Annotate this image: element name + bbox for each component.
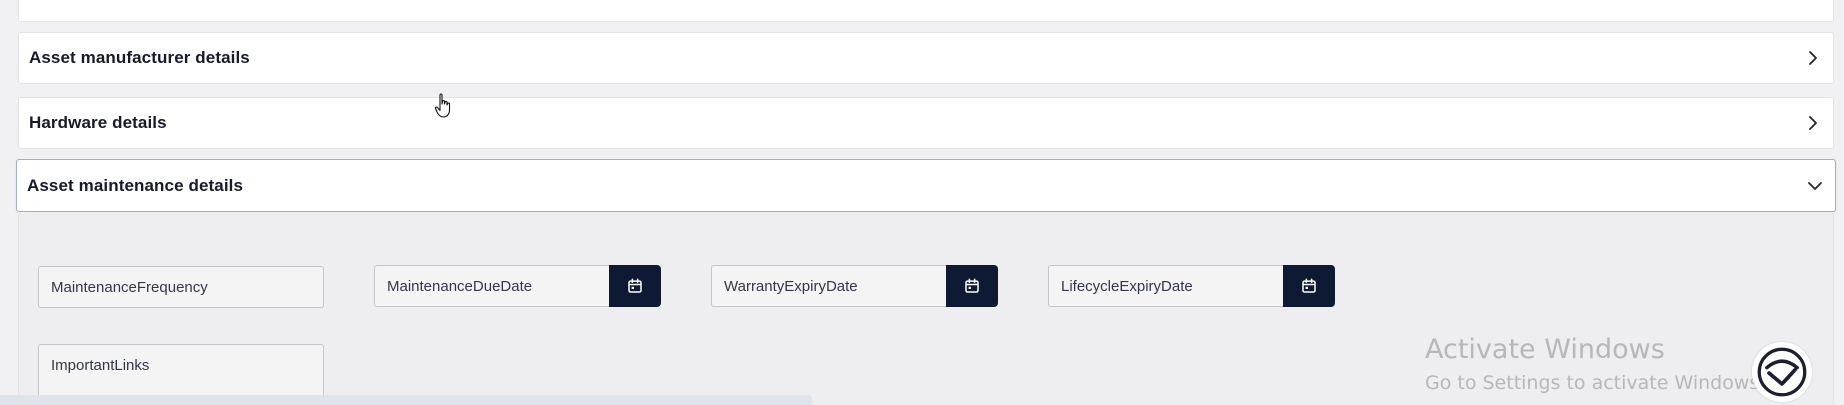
field-placeholder: MaintenanceFrequency — [51, 278, 208, 296]
chevron-right-icon[interactable] — [1803, 48, 1823, 68]
section-title: Asset manufacturer details — [29, 48, 250, 67]
watermark-subtitle: Go to Settings to activate Windows. — [1425, 372, 1766, 394]
channel-logo-icon — [1752, 342, 1812, 402]
section-header-hardware[interactable]: Hardware details — [18, 97, 1834, 149]
field-placeholder: MaintenanceDueDate — [387, 277, 533, 295]
important-links-input[interactable]: ImportantLinks — [38, 344, 324, 400]
chevron-right-icon[interactable] — [1803, 113, 1823, 133]
maintenance-frequency-input[interactable]: MaintenanceFrequency — [38, 266, 324, 308]
warranty-expiry-date-calendar-button[interactable] — [946, 265, 998, 307]
calendar-icon — [965, 278, 979, 293]
browser-status-bar — [0, 395, 812, 405]
warranty-expiry-date-input[interactable]: WarrantyExpiryDate — [711, 265, 946, 307]
calendar-icon — [628, 278, 642, 293]
section-title: Hardware details — [29, 113, 167, 132]
warranty-expiry-date-picker: WarrantyExpiryDate — [711, 265, 998, 307]
lifecycle-expiry-date-picker: LifecycleExpiryDate — [1048, 265, 1335, 307]
field-placeholder: WarrantyExpiryDate — [724, 277, 858, 295]
windows-activation-watermark: Activate Windows Go to Settings to activ… — [1425, 334, 1765, 396]
lifecycle-expiry-date-calendar-button[interactable] — [1283, 265, 1335, 307]
maintenance-due-date-input[interactable]: MaintenanceDueDate — [374, 265, 609, 307]
section-header-asset-maintenance[interactable]: Asset maintenance details — [16, 159, 1836, 212]
watermark-title: Activate Windows — [1425, 334, 1665, 365]
field-placeholder: ImportantLinks — [51, 357, 150, 374]
calendar-icon — [1302, 278, 1316, 293]
lifecycle-expiry-date-input[interactable]: LifecycleExpiryDate — [1048, 265, 1283, 307]
hand-cursor-icon — [434, 93, 451, 118]
maintenance-due-date-picker: MaintenanceDueDate — [374, 265, 661, 307]
page: Asset manufacturer details Hardware deta… — [0, 0, 1844, 405]
section-header-asset-manufacturer[interactable]: Asset manufacturer details — [18, 32, 1834, 84]
section-title: Asset maintenance details — [27, 175, 244, 195]
chevron-down-icon[interactable] — [1805, 176, 1825, 196]
maintenance-due-date-calendar-button[interactable] — [609, 265, 661, 307]
previous-section-panel — [18, 0, 1834, 22]
field-placeholder: LifecycleExpiryDate — [1061, 277, 1193, 295]
